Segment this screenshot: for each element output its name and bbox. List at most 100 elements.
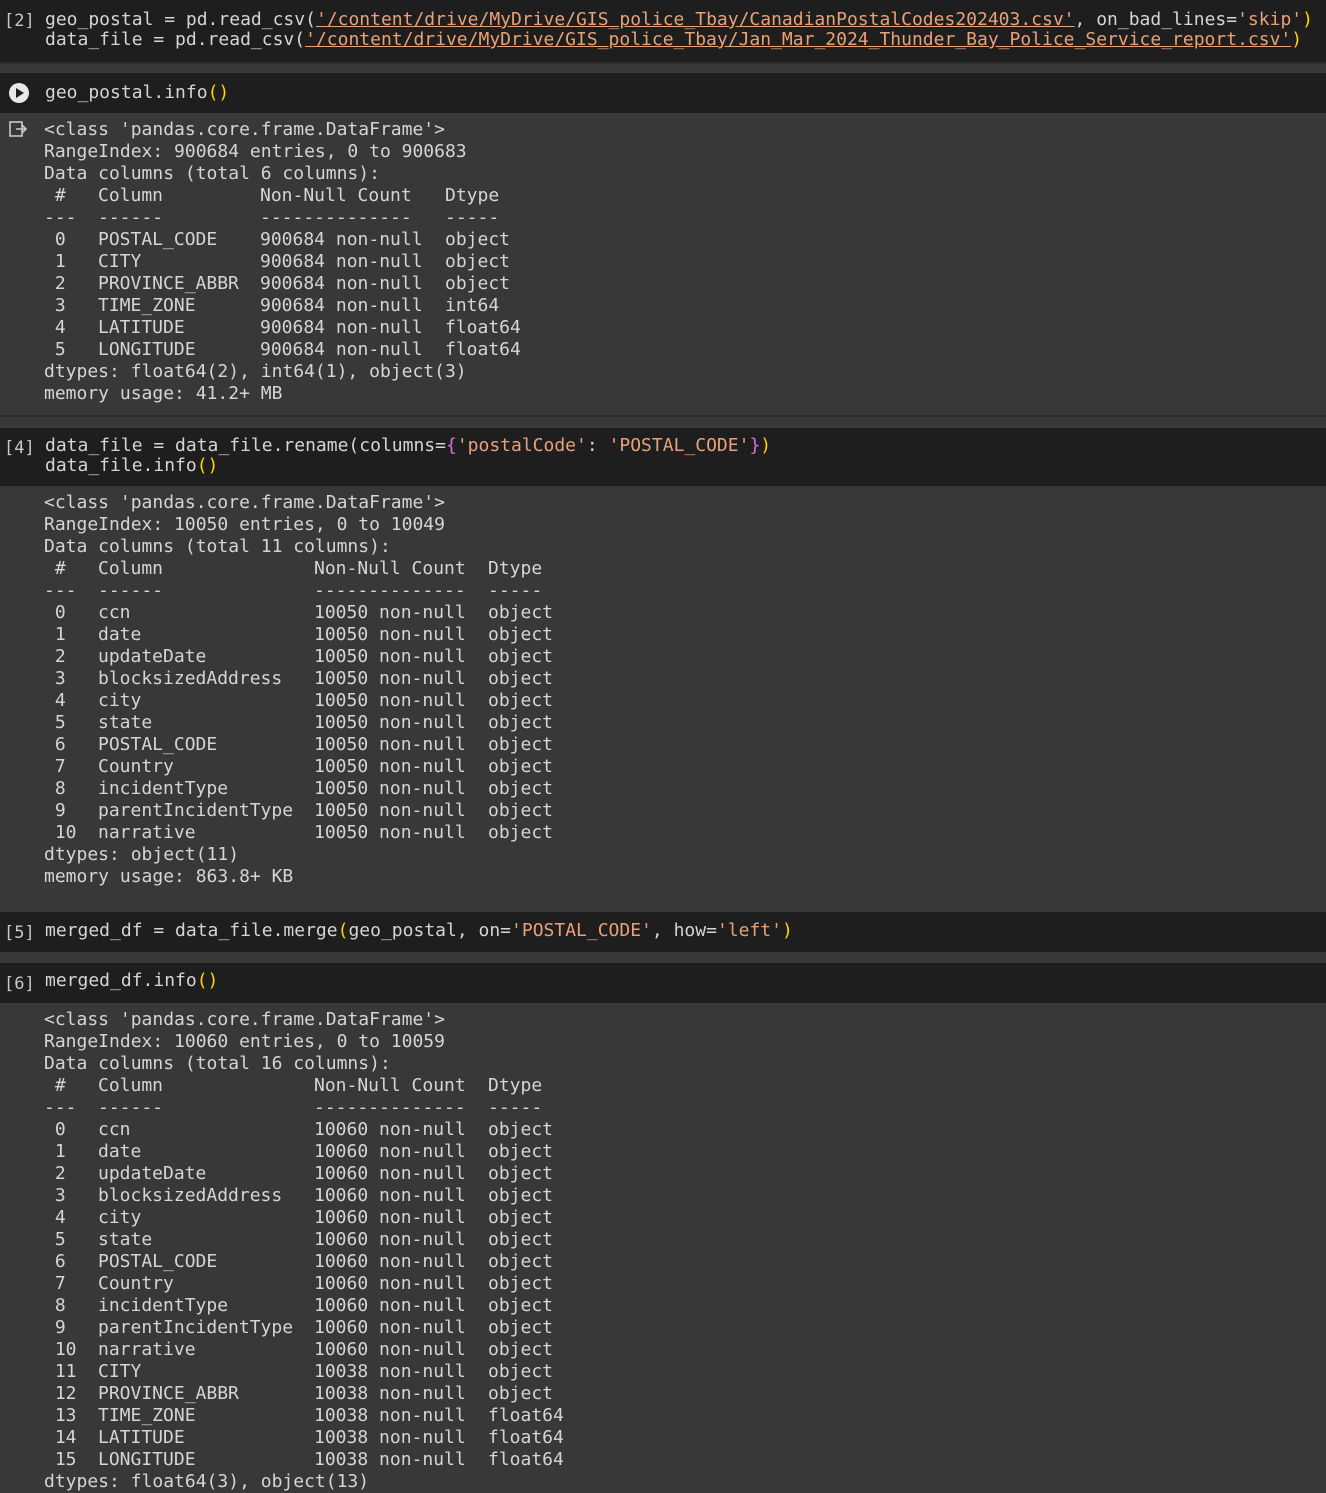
code-line[interactable]: geo_postal = pd.read_csv('/content/drive… — [45, 10, 1313, 30]
col-name: narrative — [98, 822, 196, 843]
col-index: 3 — [44, 295, 66, 316]
col-count: 10050 non-null — [314, 712, 466, 733]
col-dtype: object — [488, 1295, 554, 1316]
col-name: state — [98, 712, 153, 733]
file-path-link[interactable]: '/content/drive/MyDrive/GIS_police_Tbay/… — [316, 9, 1075, 30]
col-count: 10060 non-null — [314, 1251, 466, 1272]
col-name: narrative — [98, 1339, 196, 1360]
col-count: 900684 non-null — [260, 251, 423, 272]
col-count: 900684 non-null — [260, 229, 423, 250]
code-cell-4[interactable]: [4] data_file = data_file.rename(columns… — [0, 428, 1326, 486]
brace: } — [749, 435, 761, 456]
col-count: 10050 non-null — [314, 646, 466, 667]
col-index: 8 — [44, 778, 66, 799]
col-count: 10050 non-null — [314, 822, 466, 843]
file-path-link[interactable]: '/content/drive/MyDrive/GIS_police_Tbay/… — [305, 29, 1291, 50]
col-count: 10060 non-null — [314, 1163, 466, 1184]
col-name: ccn — [98, 1119, 131, 1140]
col-index: 3 — [44, 1185, 66, 1206]
col-index: 12 — [44, 1383, 77, 1404]
col-dtype: object — [488, 1185, 554, 1206]
output-text: <class 'pandas.core.frame.DataFrame'> — [44, 1009, 445, 1030]
col-name: POSTAL_CODE — [98, 734, 218, 755]
col-count: -------------- — [314, 1097, 466, 1118]
col-index: 9 — [44, 1317, 66, 1338]
string-literal: 'skip' — [1237, 9, 1303, 30]
col-name: LATITUDE — [98, 317, 185, 338]
col-index: --- — [44, 580, 77, 601]
col-name: TIME_ZONE — [98, 1405, 196, 1426]
output-text: dtypes: float64(2), int64(1), object(3) — [44, 361, 467, 382]
col-index: 8 — [44, 1295, 66, 1316]
col-dtype: object — [445, 251, 511, 272]
output-text: memory usage: 863.8+ KB — [44, 866, 294, 887]
col-name: date — [98, 624, 142, 645]
col-dtype: object — [445, 229, 511, 250]
code-cell-6[interactable]: [6] merged_df.info() — [0, 963, 1326, 1003]
play-circle-icon[interactable] — [9, 83, 29, 103]
col-dtype: float64 — [445, 317, 521, 338]
output-text: Data columns (total 16 columns): — [44, 1053, 391, 1074]
code-cell-3[interactable]: geo_postal.info() — [0, 73, 1326, 113]
code-text: data_file = pd.read_csv( — [45, 29, 306, 50]
col-index: 10 — [44, 1339, 77, 1360]
col-dtype: float64 — [488, 1405, 564, 1426]
col-name: Column — [98, 185, 164, 206]
output-redirect-icon[interactable] — [9, 121, 28, 137]
code-line[interactable]: merged_df.info() — [45, 971, 218, 991]
col-index: 4 — [44, 690, 66, 711]
code-line[interactable]: data_file.info() — [45, 456, 218, 476]
col-dtype: object — [488, 800, 554, 821]
paren: () — [207, 82, 230, 103]
execution-count: [4] — [4, 438, 35, 458]
col-name: blocksizedAddress — [98, 668, 283, 689]
col-dtype: object — [488, 1273, 554, 1294]
col-dtype: object — [488, 1141, 554, 1162]
col-index: 9 — [44, 800, 66, 821]
col-count: Non-Null Count — [314, 558, 466, 579]
col-dtype: object — [488, 1317, 554, 1338]
code-text: merged_df = data_file.merge — [45, 920, 338, 941]
output-area-4: <class 'pandas.core.frame.DataFrame'> Ra… — [0, 486, 1326, 910]
col-count: 10060 non-null — [314, 1295, 466, 1316]
string-literal: 'POSTAL_CODE' — [511, 920, 652, 941]
code-line[interactable]: data_file = data_file.rename(columns={'p… — [45, 436, 771, 456]
code-line[interactable]: geo_postal.info() — [45, 83, 229, 103]
col-index: 6 — [44, 734, 66, 755]
col-name: LONGITUDE — [98, 339, 196, 360]
col-count: 900684 non-null — [260, 339, 423, 360]
col-name: updateDate — [98, 646, 207, 667]
col-index: # — [44, 558, 66, 579]
code-line[interactable]: merged_df = data_file.merge(geo_postal, … — [45, 921, 793, 941]
col-name: CITY — [98, 1361, 142, 1382]
col-count: 10038 non-null — [314, 1383, 466, 1404]
output-text: <class 'pandas.core.frame.DataFrame'> — [44, 492, 445, 513]
col-name: Column — [98, 1075, 164, 1096]
cell-divider — [0, 62, 1326, 64]
col-count: 10060 non-null — [314, 1185, 466, 1206]
col-index: 5 — [44, 1229, 66, 1250]
col-index: 4 — [44, 317, 66, 338]
col-name: Column — [98, 558, 164, 579]
brace: { — [445, 435, 457, 456]
col-dtype: object — [488, 778, 554, 799]
paren: () — [196, 970, 219, 991]
col-dtype: object — [488, 1339, 554, 1360]
col-dtype: object — [488, 1251, 554, 1272]
code-cell-5[interactable]: [5] merged_df = data_file.merge(geo_post… — [0, 912, 1326, 952]
code-text: data_file = data_file.rename(columns= — [45, 435, 446, 456]
code-text: geo_postal = pd.read_csv( — [45, 9, 316, 30]
code-text: geo_postal, on= — [348, 920, 512, 941]
code-line[interactable]: data_file = pd.read_csv('/content/drive/… — [45, 30, 1302, 50]
string-literal: 'postalCode' — [456, 435, 587, 456]
output-text: Data columns (total 11 columns): — [44, 536, 391, 557]
code-cell-2[interactable]: [2] geo_postal = pd.read_csv('/content/d… — [0, 0, 1326, 62]
col-name: LATITUDE — [98, 1427, 185, 1448]
col-name: city — [98, 690, 142, 711]
code-text: : — [586, 435, 609, 456]
col-name: updateDate — [98, 1163, 207, 1184]
col-name: POSTAL_CODE — [98, 229, 218, 250]
code-text: , on_bad_lines= — [1074, 9, 1238, 30]
col-name: ------ — [98, 207, 164, 228]
col-index: # — [44, 1075, 66, 1096]
